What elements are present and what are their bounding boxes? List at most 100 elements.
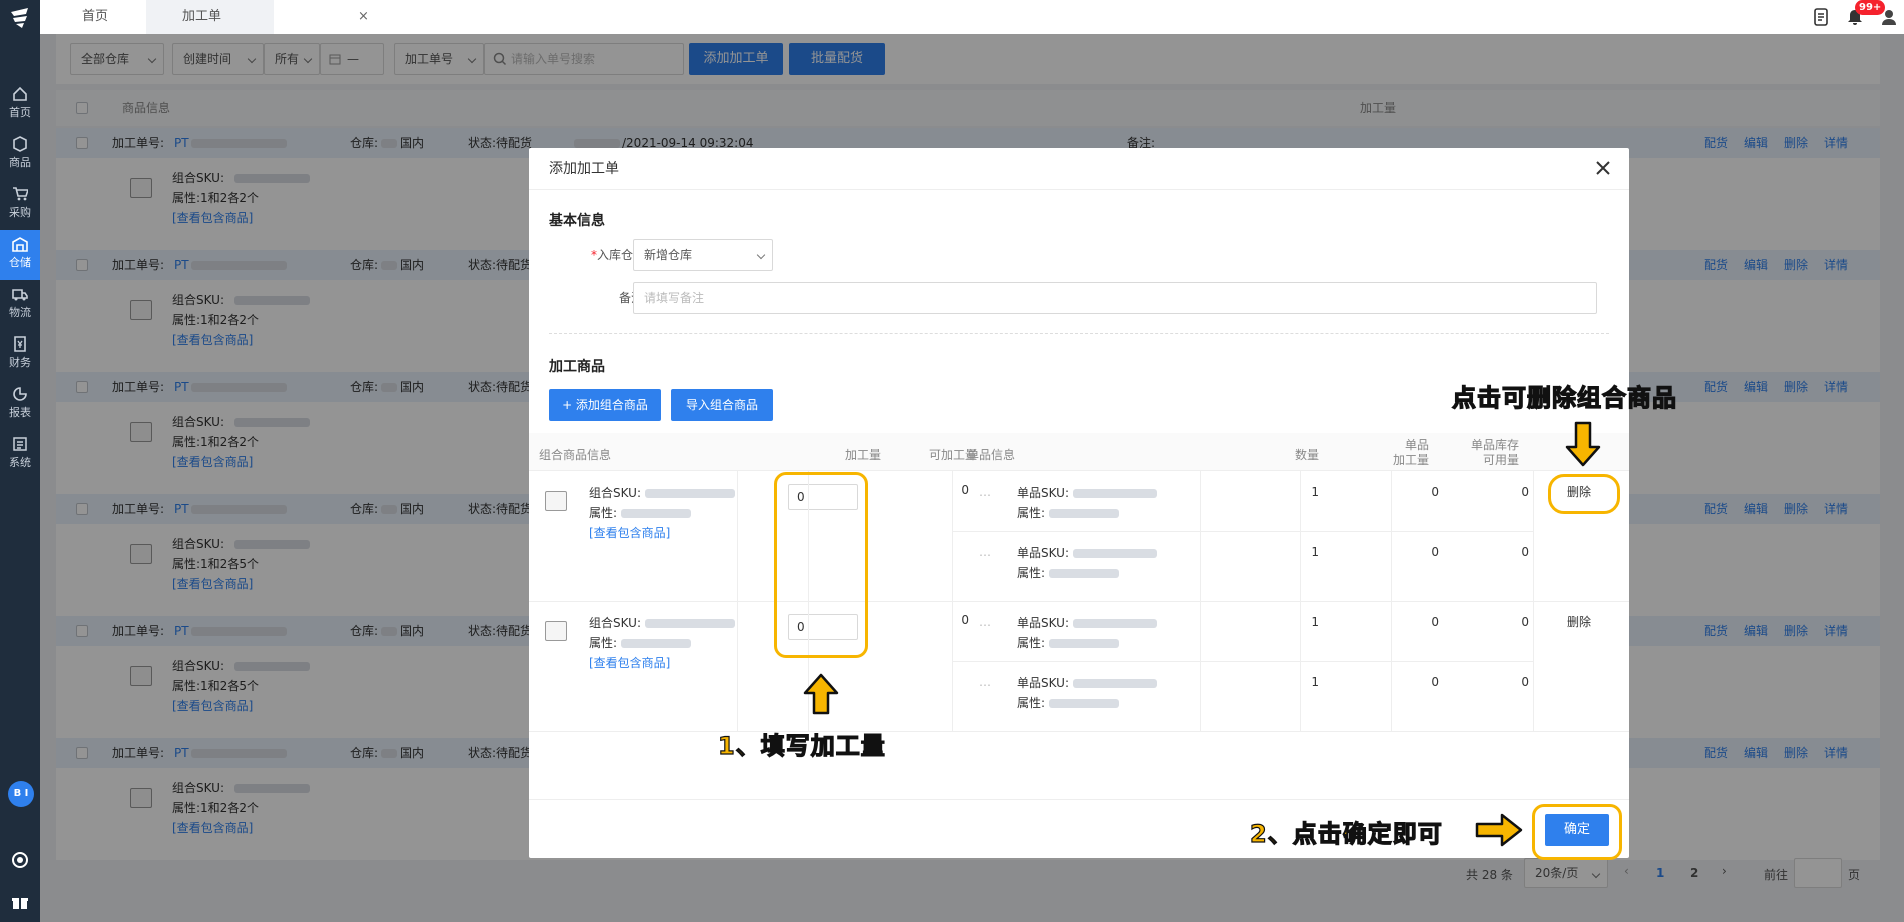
down-arrow-icon — [1565, 421, 1601, 467]
row-divider — [529, 601, 1629, 602]
tab-close-icon[interactable]: × — [358, 0, 369, 34]
combo-sku-label: 组合SKU: — [589, 486, 641, 500]
sidebar-item-label: 商品 — [9, 156, 31, 169]
basic-info-title: 基本信息 — [549, 213, 605, 229]
column-divider — [952, 471, 953, 731]
sidebar-item-2[interactable]: 采购 — [0, 180, 40, 230]
single-image-icon: … — [979, 485, 991, 499]
col-process-qty: 加工量 — [844, 448, 881, 462]
col-single-qty: 单品 加工量 — [1349, 438, 1429, 468]
single-info: 单品SKU: 属性: — [1017, 613, 1157, 653]
item-divider — [953, 531, 1533, 532]
combo-sku-label: 组合SKU: — [589, 616, 641, 630]
combo-attr-label: 属性: — [589, 506, 618, 520]
single-info: 单品SKU: 属性: — [1017, 673, 1157, 713]
single-sku-label: 单品SKU: — [1017, 616, 1069, 630]
single-info: 单品SKU: 属性: — [1017, 483, 1157, 523]
combo-view-link[interactable]: [查看包含商品] — [589, 523, 735, 543]
col-count: 数量 — [1294, 448, 1319, 462]
add-combo-button[interactable]: + 添加组合商品 — [549, 389, 661, 421]
sidebar-item-4[interactable]: 物流 — [0, 280, 40, 330]
sidebar-item-label: 物流 — [9, 306, 31, 319]
remark-input[interactable]: 请填写备注 — [633, 282, 1597, 314]
row-divider — [529, 731, 1629, 732]
column-divider — [737, 471, 738, 731]
single-stock: 0 — [1521, 545, 1529, 559]
col-stock: 单品库存 可用量 — [1439, 438, 1519, 468]
single-stock: 0 — [1521, 615, 1529, 629]
single-sku-label: 单品SKU: — [1017, 486, 1069, 500]
modal-title: 添加加工单 — [529, 148, 1629, 190]
modal-warehouse-select[interactable]: 新增仓库 — [633, 239, 773, 271]
col-single-info: 单品信息 — [967, 448, 1016, 462]
single-process-qty: 0 — [1431, 675, 1439, 689]
step1-annotation: 1、填写加工量 — [717, 731, 886, 760]
item-divider — [953, 661, 1533, 662]
col-stock-l2: 可用量 — [1482, 453, 1519, 467]
chart-icon — [13, 387, 27, 401]
tab-processing-order[interactable]: 加工单 × — [146, 0, 369, 34]
single-image-icon: … — [979, 675, 991, 689]
confirm-highlight — [1532, 804, 1622, 860]
sidebar-item-label: 首页 — [9, 106, 31, 119]
single-count: 1 — [1311, 485, 1319, 499]
product-section-title: 加工商品 — [549, 359, 605, 375]
col-available-qty: 可加工量 — [928, 448, 977, 462]
column-divider — [1533, 471, 1534, 731]
import-combo-button[interactable]: 导入组合商品 — [671, 389, 773, 421]
combo-image-icon — [545, 621, 567, 641]
column-divider — [1391, 471, 1392, 731]
sidebar-item-0[interactable]: 首页 — [0, 80, 40, 130]
combo-view-link[interactable]: [查看包含商品] — [589, 653, 735, 673]
avatar[interactable]: B I — [8, 781, 34, 807]
sidebar-item-label: 系统 — [9, 456, 31, 469]
truck-icon — [12, 289, 28, 301]
single-stock: 0 — [1521, 675, 1529, 689]
section-divider — [549, 333, 1609, 334]
sidebar-item-label: 采购 — [9, 206, 31, 219]
col-stock-l1: 单品库存 — [1470, 438, 1519, 452]
delete-combo-link[interactable]: 删除 — [1567, 613, 1591, 630]
footer-divider — [529, 799, 1629, 800]
box-icon — [13, 136, 27, 152]
sidebar-item-5[interactable]: 财务 — [0, 330, 40, 380]
single-count: 1 — [1311, 675, 1319, 689]
delete-highlight — [1548, 474, 1620, 514]
single-image-icon: … — [979, 615, 991, 629]
single-count: 1 — [1311, 615, 1319, 629]
support-icon[interactable] — [11, 851, 29, 869]
combo-attr-label: 属性: — [589, 636, 618, 650]
col-combo-info: 组合商品信息 — [539, 448, 612, 462]
sidebar-item-3[interactable]: 仓储 — [0, 230, 40, 280]
sidebar-item-label: 仓储 — [9, 256, 31, 269]
single-stock: 0 — [1521, 485, 1529, 499]
cart-icon — [13, 187, 28, 201]
tab-label: 加工单 — [182, 9, 222, 24]
qty-highlight — [774, 472, 868, 658]
notification-badge: 99+ — [1855, 0, 1886, 15]
remark-placeholder: 请填写备注 — [644, 291, 705, 305]
column-divider — [1200, 471, 1201, 731]
single-attr-label: 属性: — [1017, 506, 1046, 520]
task-list-icon[interactable] — [1812, 8, 1830, 26]
single-info: 单品SKU: 属性: — [1017, 543, 1157, 583]
available-qty: 0 — [961, 483, 969, 497]
column-divider — [1300, 471, 1301, 731]
sidebar-item-7[interactable]: 系统 — [0, 430, 40, 480]
available-qty: 0 — [961, 613, 969, 627]
sidebar-item-1[interactable]: 商品 — [0, 130, 40, 180]
logo-icon — [11, 8, 28, 28]
combo-info: 组合SKU: 属性: [查看包含商品] — [589, 483, 735, 543]
gift-icon[interactable] — [11, 893, 29, 911]
tab-home[interactable]: 首页 — [40, 0, 146, 34]
sidebar-item-6[interactable]: 报表 — [0, 380, 40, 430]
close-icon[interactable] — [1593, 158, 1613, 178]
single-count: 1 — [1311, 545, 1319, 559]
sidebar-item-label: 财务 — [9, 356, 31, 369]
sidebar-item-label: 报表 — [9, 406, 31, 419]
single-attr-label: 属性: — [1017, 566, 1046, 580]
step2-annotation: 2、点击确定即可 — [1249, 819, 1443, 848]
col-single-qty-l1: 单品 — [1404, 438, 1429, 452]
sidebar: 首页商品采购仓储物流财务报表系统 B I — [0, 0, 40, 922]
single-process-qty: 0 — [1431, 615, 1439, 629]
